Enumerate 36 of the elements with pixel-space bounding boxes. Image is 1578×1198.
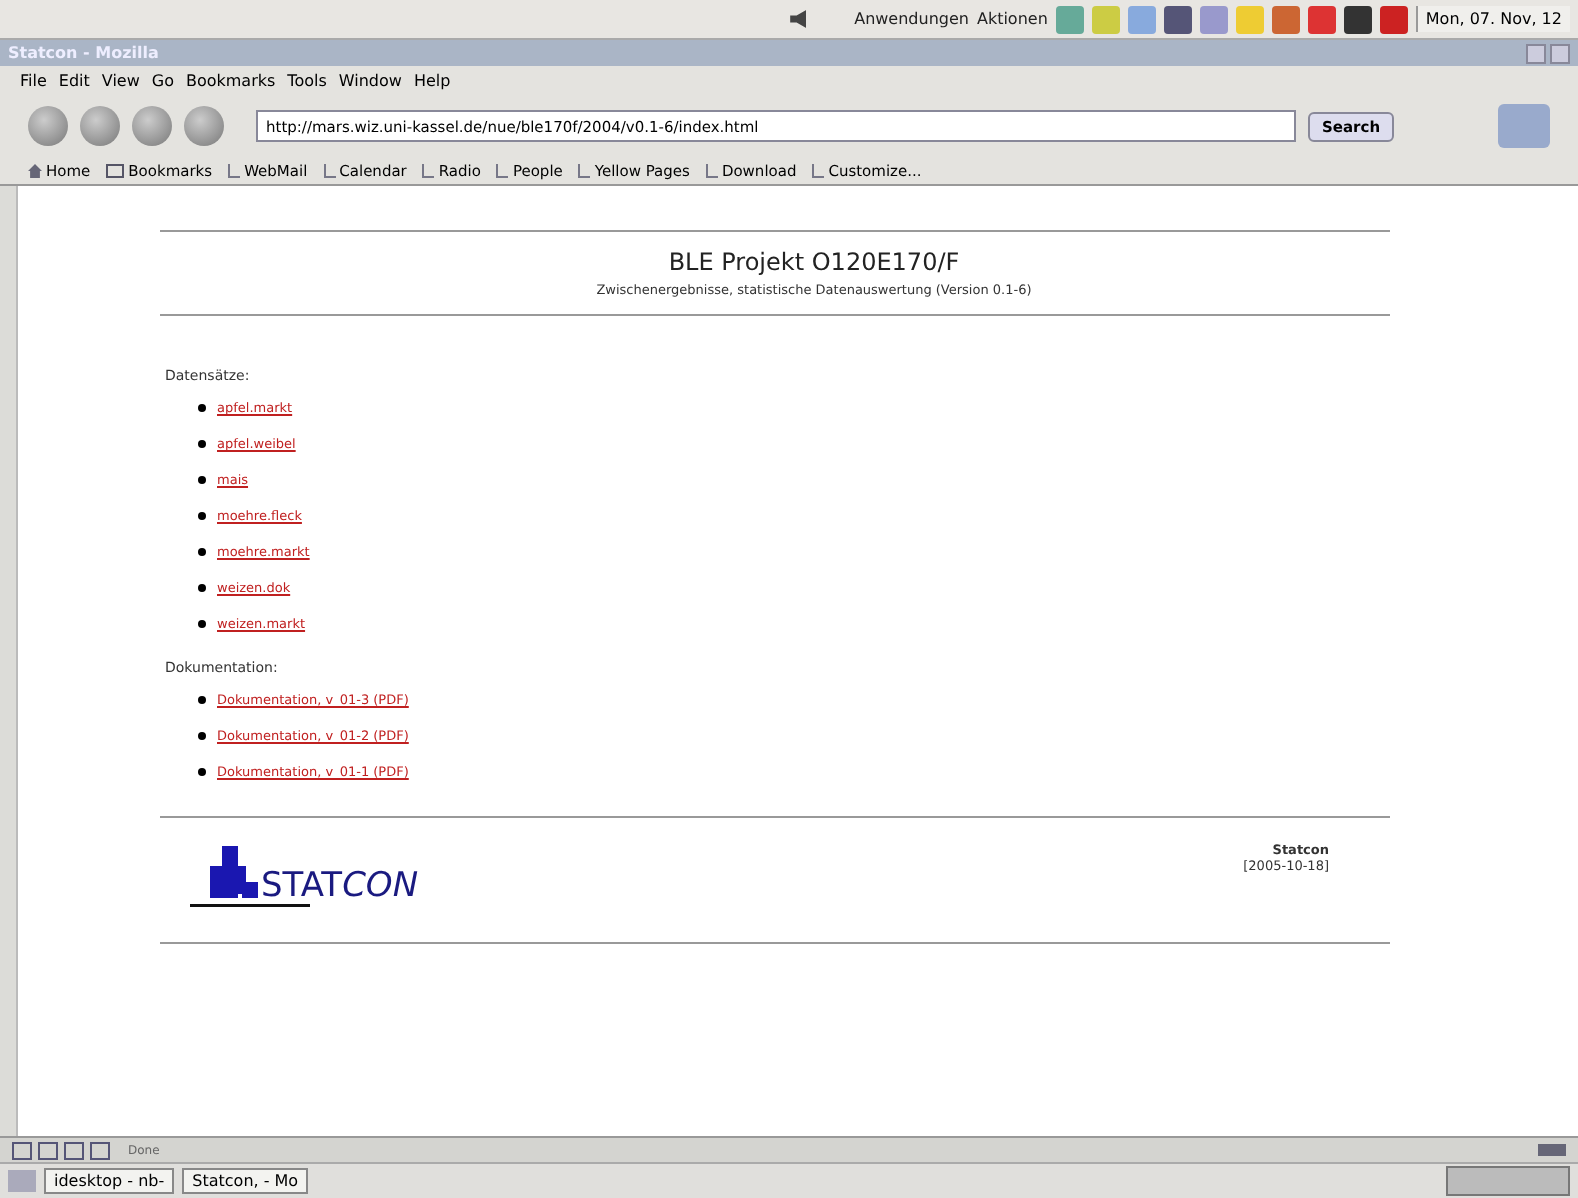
workspace-switcher[interactable] — [1446, 1166, 1570, 1196]
bullet-icon — [197, 584, 205, 592]
forward-button[interactable] — [80, 106, 120, 146]
bullet-icon — [197, 476, 205, 484]
bullet-icon — [197, 512, 205, 520]
menu-item[interactable]: Bookmarks — [185, 71, 276, 89]
menu-item[interactable]: Edit — [58, 71, 90, 89]
maximize-button[interactable] — [1550, 43, 1570, 63]
menu-item[interactable]: File — [20, 71, 47, 89]
panel-menu[interactable]: Anwendungen — [854, 10, 969, 28]
bullet-icon — [197, 548, 205, 556]
clock: Mon, 07. Nov, 12 — [1415, 6, 1570, 32]
bullet-icon — [197, 696, 205, 704]
speaker-icon[interactable] — [790, 10, 807, 28]
logo-text: STATCON — [261, 866, 419, 906]
menu-item[interactable]: Window — [338, 71, 402, 89]
panel-menu[interactable]: Aktionen — [976, 10, 1048, 28]
window-title: Statcon - Mozilla — [8, 44, 159, 62]
bullet-icon — [197, 404, 205, 412]
home-icon — [28, 164, 42, 178]
menu-item[interactable]: Go — [151, 71, 174, 89]
bullet-icon — [197, 440, 205, 448]
menu-item[interactable]: Help — [413, 71, 451, 89]
menu-item[interactable]: Tools — [287, 71, 327, 89]
stop-button[interactable] — [184, 106, 224, 146]
minimize-button[interactable] — [1526, 43, 1546, 63]
back-button[interactable] — [28, 106, 68, 146]
bullet-icon — [197, 768, 205, 776]
taskbar-button[interactable]: idesktop - nb- — [44, 1168, 175, 1194]
page-title: BLE Projekt O120E170/F — [666, 248, 962, 276]
folder-icon — [106, 164, 125, 178]
taskbar-button[interactable]: Statcon, - Mo — [182, 1168, 309, 1194]
reload-button[interactable] — [132, 106, 172, 146]
menu-item[interactable]: View — [101, 71, 140, 89]
bullet-icon — [197, 732, 205, 740]
bullet-icon — [197, 620, 205, 628]
